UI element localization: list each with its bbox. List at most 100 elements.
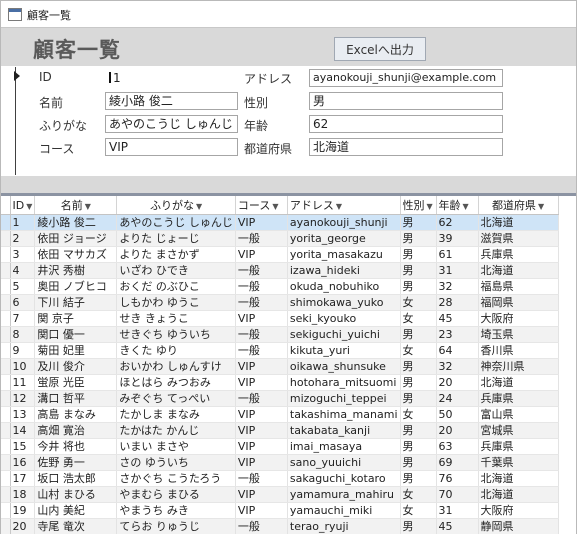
cell-kana[interactable]: あやのこうじ しゅんじ bbox=[116, 214, 236, 231]
cell-name[interactable]: 蛍原 光臣 bbox=[34, 374, 118, 391]
pref-field[interactable]: 北海道 bbox=[309, 138, 503, 156]
cell-gender[interactable]: 男 bbox=[400, 422, 437, 439]
cell-gender[interactable]: 男 bbox=[400, 518, 437, 534]
cell-pref[interactable]: 北海道 bbox=[478, 374, 559, 391]
table-row[interactable]: 17 坂口 浩太郎 さかぐち こうたろう 一般 sakaguchi_kotaro 男 76 北… bbox=[1, 470, 559, 487]
cell-gender[interactable]: 男 bbox=[400, 326, 437, 343]
cell-kana[interactable]: やまむら まひる bbox=[116, 486, 236, 503]
cell-address[interactable]: shimokawa_yuko bbox=[287, 294, 401, 311]
cell-id[interactable]: 18 bbox=[10, 486, 36, 503]
cell-gender[interactable]: 男 bbox=[400, 438, 437, 455]
col-header-age[interactable]: 年齢 ▼ bbox=[436, 196, 479, 215]
cell-course[interactable]: 一般 bbox=[235, 262, 288, 279]
table-row[interactable]: 6 下川 結子 しもかわ ゆうこ 一般 shimokawa_yuko 女 28 福岡県 bbox=[1, 294, 559, 311]
cell-course[interactable]: VIP bbox=[235, 246, 288, 263]
cell-address[interactable]: yorita_masakazu bbox=[287, 246, 401, 263]
age-field[interactable]: 62 bbox=[309, 115, 503, 133]
cell-id[interactable]: 6 bbox=[10, 294, 36, 311]
cell-address[interactable]: sano_yuuichi bbox=[287, 454, 401, 471]
chevron-down-icon[interactable]: ▼ bbox=[538, 202, 544, 211]
cell-pref[interactable]: 埼玉県 bbox=[478, 326, 559, 343]
table-row[interactable]: 20 寺尾 竜次 てらお りゅうじ 一般 terao_ryuji 男 45 静岡県 bbox=[1, 518, 559, 534]
cell-kana[interactable]: ほとはら みつおみ bbox=[116, 374, 236, 391]
cell-kana[interactable]: さの ゆういち bbox=[116, 454, 236, 471]
cell-name[interactable]: 依田 ジョージ bbox=[34, 230, 118, 247]
cell-age[interactable]: 61 bbox=[436, 246, 479, 263]
row-selector[interactable] bbox=[1, 214, 11, 231]
row-selector[interactable] bbox=[1, 406, 11, 423]
cell-kana[interactable]: よりた まさかず bbox=[116, 246, 236, 263]
cell-kana[interactable]: よりた じょーじ bbox=[116, 230, 236, 247]
row-selector[interactable] bbox=[1, 326, 11, 343]
row-selector[interactable] bbox=[1, 262, 11, 279]
col-header-gender[interactable]: 性別 ▼ bbox=[400, 196, 437, 215]
record-selector[interactable] bbox=[9, 67, 20, 175]
row-selector[interactable] bbox=[1, 422, 11, 439]
cell-pref[interactable]: 神奈川県 bbox=[478, 358, 559, 375]
cell-name[interactable]: 山村 まひる bbox=[34, 486, 118, 503]
row-selector[interactable] bbox=[1, 486, 11, 503]
cell-name[interactable]: 関口 優一 bbox=[34, 326, 118, 343]
cell-gender[interactable]: 男 bbox=[400, 454, 437, 471]
chevron-down-icon[interactable]: ▼ bbox=[336, 202, 342, 211]
cell-address[interactable]: oikawa_shunsuke bbox=[287, 358, 401, 375]
cell-kana[interactable]: いざわ ひでき bbox=[116, 262, 236, 279]
cell-address[interactable]: takabata_kanji bbox=[287, 422, 401, 439]
table-row[interactable]: 7関 京子 せき きょうこ VIP seki_kyouko 女 45 大阪府 bbox=[1, 310, 559, 327]
cell-id[interactable]: 20 bbox=[10, 518, 36, 534]
cell-gender[interactable]: 女 bbox=[400, 502, 437, 519]
cell-address[interactable]: okuda_nobuhiko bbox=[287, 278, 401, 295]
gender-field[interactable]: 男 bbox=[309, 92, 503, 110]
cell-age[interactable]: 24 bbox=[436, 390, 479, 407]
cell-address[interactable]: hotohara_mitsuomi bbox=[287, 374, 401, 391]
row-selector[interactable] bbox=[1, 246, 11, 263]
cell-address[interactable]: seki_kyouko bbox=[287, 310, 401, 327]
cell-course[interactable]: VIP bbox=[235, 454, 288, 471]
chevron-down-icon[interactable]: ▼ bbox=[272, 202, 278, 211]
cell-address[interactable]: ayanokouji_shunji bbox=[287, 214, 401, 231]
table-row[interactable]: 9 菊田 妃里 きくた ゆり 一般 kikuta_yuri 女 64 香川県 bbox=[1, 342, 559, 359]
cell-name[interactable]: 関 京子 bbox=[34, 310, 118, 327]
cell-age[interactable]: 20 bbox=[436, 374, 479, 391]
cell-name[interactable]: 高島 まなみ bbox=[34, 406, 118, 423]
cell-kana[interactable]: てらお りゅうじ bbox=[116, 518, 236, 534]
cell-id[interactable]: 2 bbox=[10, 230, 36, 247]
chevron-down-icon[interactable]: ▼ bbox=[427, 202, 433, 211]
cell-course[interactable]: VIP bbox=[235, 438, 288, 455]
cell-name[interactable]: 及川 俊介 bbox=[34, 358, 118, 375]
address-field[interactable]: ayanokouji_shunji@example.com bbox=[309, 69, 503, 87]
cell-gender[interactable]: 男 bbox=[400, 390, 437, 407]
row-selector[interactable] bbox=[1, 230, 11, 247]
cell-pref[interactable]: 静岡県 bbox=[478, 518, 559, 534]
row-selector[interactable] bbox=[1, 518, 11, 534]
chevron-down-icon[interactable]: ▼ bbox=[85, 202, 91, 211]
course-field[interactable]: VIP bbox=[105, 138, 238, 156]
cell-course[interactable]: VIP bbox=[235, 310, 288, 327]
cell-address[interactable]: sekiguchi_yuichi bbox=[287, 326, 401, 343]
cell-course[interactable]: VIP bbox=[235, 358, 288, 375]
cell-kana[interactable]: おくだ のぶひこ bbox=[116, 278, 236, 295]
cell-address[interactable]: imai_masaya bbox=[287, 438, 401, 455]
cell-age[interactable]: 45 bbox=[436, 518, 479, 534]
cell-address[interactable]: kikuta_yuri bbox=[287, 342, 401, 359]
chevron-down-icon[interactable]: ▼ bbox=[196, 202, 202, 211]
cell-gender[interactable]: 男 bbox=[400, 246, 437, 263]
cell-id[interactable]: 5 bbox=[10, 278, 36, 295]
table-row[interactable]: 10 及川 俊介 おいかわ しゅんすけ VIP oikawa_shunsuke 男 32 神奈… bbox=[1, 358, 559, 375]
cell-pref[interactable]: 富山県 bbox=[478, 406, 559, 423]
cell-course[interactable]: 一般 bbox=[235, 342, 288, 359]
cell-pref[interactable]: 北海道 bbox=[478, 486, 559, 503]
row-selector[interactable] bbox=[1, 278, 11, 295]
cell-age[interactable]: 32 bbox=[436, 278, 479, 295]
cell-name[interactable]: 寺尾 竜次 bbox=[34, 518, 118, 534]
row-selector[interactable] bbox=[1, 310, 11, 327]
cell-kana[interactable]: おいかわ しゅんすけ bbox=[116, 358, 236, 375]
row-selector[interactable] bbox=[1, 358, 11, 375]
cell-address[interactable]: yamauchi_miki bbox=[287, 502, 401, 519]
cell-course[interactable]: VIP bbox=[235, 502, 288, 519]
cell-course[interactable]: 一般 bbox=[235, 230, 288, 247]
cell-course[interactable]: VIP bbox=[235, 486, 288, 503]
row-selector[interactable] bbox=[1, 390, 11, 407]
cell-name[interactable]: 奥田 ノブヒコ bbox=[34, 278, 118, 295]
cell-id[interactable]: 12 bbox=[10, 390, 36, 407]
